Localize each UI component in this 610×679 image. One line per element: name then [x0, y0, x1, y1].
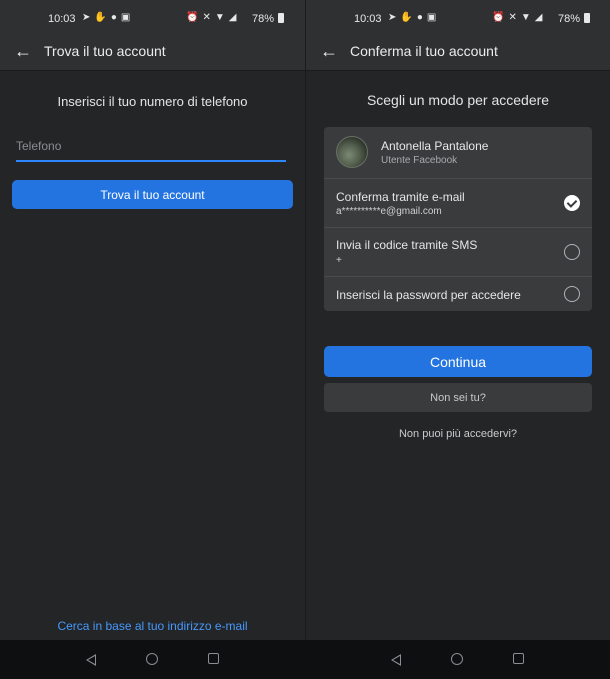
option-email-address: a**********e@gmail.com [336, 206, 442, 217]
find-account-button[interactable]: Trova il tuo account [12, 180, 293, 209]
system-icons: ⏰ ✕ ▼ ◢ [492, 12, 542, 23]
option-sms[interactable]: Invia il codice tramite SMS + [324, 227, 592, 276]
status-bar: 10:03 ➤ ✋ ● ▣ ⏰ ✕ ▼ ◢ 78% [306, 0, 610, 36]
continue-button[interactable]: Continua [324, 346, 592, 377]
messenger-icon: ● [110, 12, 117, 23]
nav-group-left [0, 640, 305, 679]
phone-heading: Inserisci il tuo numero di telefono [57, 94, 248, 109]
signal-icon: ◢ [534, 12, 543, 23]
nav-recent-icon[interactable] [208, 653, 219, 664]
choose-method-heading: Scegli un modo per accedere [366, 92, 550, 108]
nav-back-icon[interactable] [391, 654, 401, 666]
notification-icons: ➤ ✋ ● ▣ [82, 12, 130, 23]
mute-icon: ✕ [202, 12, 211, 23]
option-password[interactable]: Inserisci la password per accedere [324, 276, 592, 311]
messenger-icon: ● [416, 12, 423, 23]
app-bar: ← Conferma il tuo account [306, 36, 610, 71]
phone-input[interactable] [16, 132, 286, 160]
notification-icons: ➤ ✋ ● ▣ [388, 12, 436, 23]
option-email-label: Conferma tramite e-mail [336, 190, 465, 204]
screen-confirm-account: 10:03 ➤ ✋ ● ▣ ⏰ ✕ ▼ ◢ 78% ← Conferma il … [305, 0, 610, 640]
alarm-icon: ⏰ [492, 12, 505, 23]
telegram-icon: ➤ [388, 12, 397, 23]
nav-home-icon[interactable] [451, 653, 463, 665]
nav-back-icon[interactable] [86, 654, 96, 666]
battery-icon [278, 13, 284, 23]
avatar [336, 136, 368, 168]
system-nav-bar [0, 640, 610, 679]
app-bar: ← Trova il tuo account [0, 36, 305, 71]
check-icon[interactable] [564, 195, 580, 211]
hand-icon: ✋ [400, 12, 413, 23]
account-name: Antonella Pantalone [381, 139, 489, 153]
hand-icon: ✋ [94, 12, 107, 23]
battery-level: 78% [252, 13, 275, 25]
page-title: Conferma il tuo account [350, 43, 498, 59]
option-sms-label: Invia il codice tramite SMS [336, 238, 478, 252]
option-email[interactable]: Conferma tramite e-mail a**********e@gma… [324, 178, 592, 227]
battery-level: 78% [558, 13, 581, 25]
screen-find-account: 10:03 ➤ ✋ ● ▣ ⏰ ✕ ▼ ◢ 78% ← Trova il tuo… [0, 0, 305, 640]
wifi-icon: ▼ [520, 12, 531, 23]
cannot-access-link[interactable]: Non puoi più accedervi? [306, 428, 610, 440]
status-bar: 10:03 ➤ ✋ ● ▣ ⏰ ✕ ▼ ◢ 78% [0, 0, 305, 36]
phone-field [16, 132, 286, 162]
battery-icon [584, 13, 590, 23]
nav-group-right [305, 640, 610, 679]
image-icon: ▣ [426, 12, 437, 23]
not-you-button[interactable]: Non sei tu? [324, 383, 592, 412]
status-time: 10:03 [354, 13, 382, 25]
wifi-icon: ▼ [214, 12, 225, 23]
option-sms-number: + [336, 255, 342, 266]
mute-icon: ✕ [508, 12, 517, 23]
page-title: Trova il tuo account [44, 43, 166, 59]
arrow-left-icon[interactable]: ← [14, 42, 32, 60]
signal-icon: ◢ [228, 12, 237, 23]
account-row: Antonella Pantalone Utente Facebook [324, 127, 592, 178]
account-options-card: Antonella Pantalone Utente Facebook Conf… [324, 127, 592, 311]
option-sms-radio[interactable] [564, 244, 580, 260]
nav-home-icon[interactable] [146, 653, 158, 665]
nav-recent-icon[interactable] [513, 653, 524, 664]
status-time: 10:03 [48, 13, 76, 25]
arrow-left-icon[interactable]: ← [320, 42, 338, 60]
system-icons: ⏰ ✕ ▼ ◢ [186, 12, 236, 23]
option-password-label: Inserisci la password per accedere [336, 288, 521, 302]
image-icon: ▣ [120, 12, 131, 23]
option-password-radio[interactable] [564, 286, 580, 302]
account-subtitle: Utente Facebook [381, 155, 458, 166]
telegram-icon: ➤ [82, 12, 91, 23]
alarm-icon: ⏰ [186, 12, 199, 23]
search-by-email-link[interactable]: Cerca in base al tuo indirizzo e-mail [0, 619, 305, 633]
